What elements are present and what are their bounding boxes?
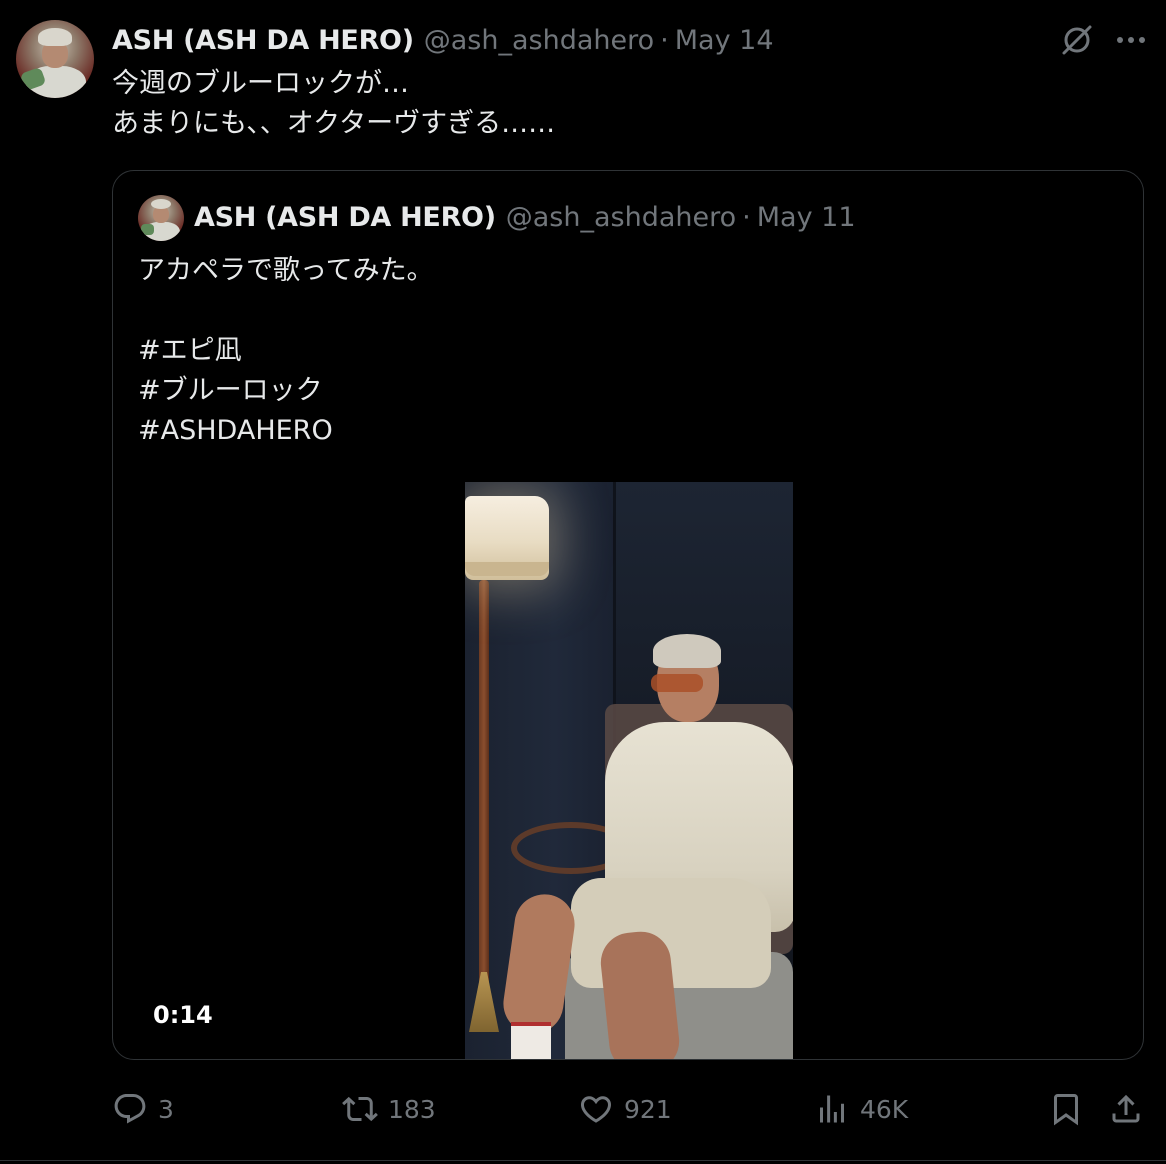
separator-dot: · — [660, 24, 669, 56]
tweet[interactable]: ASH (ASH DA HERO) @ash_ashdahero · May 1… — [0, 0, 1166, 1164]
analytics-icon — [814, 1091, 850, 1127]
hashtag-link[interactable]: #ブルーロック — [138, 371, 434, 411]
bookmark-icon — [1048, 1091, 1084, 1127]
hashtag-link[interactable]: #ASHDAHERO — [138, 411, 434, 451]
quoted-tweet-header: ASH (ASH DA HERO) @ash_ashdahero · May 1… — [194, 199, 856, 235]
repost-count: 183 — [388, 1094, 436, 1124]
quoted-author-name[interactable]: ASH (ASH DA HERO) — [194, 202, 496, 233]
like-count: 921 — [624, 1094, 672, 1124]
tweet-top-actions — [1060, 22, 1146, 58]
views-button[interactable]: 46K — [814, 1088, 908, 1130]
reply-button[interactable]: 3 — [112, 1088, 174, 1130]
reply-icon — [112, 1091, 148, 1127]
avatar-hair — [151, 199, 171, 209]
tweet-text: 今週のブルーロックが… あまりにも、、オクターヴすぎる…… — [112, 64, 555, 144]
quoted-author-avatar[interactable] — [138, 195, 184, 241]
grok-icon[interactable] — [1060, 23, 1094, 57]
like-button[interactable]: 921 — [578, 1088, 672, 1130]
video-person-hair — [653, 634, 721, 668]
tweet-action-bar: 3 183 921 46K — [112, 1088, 1150, 1130]
bookmark-button[interactable] — [1048, 1088, 1084, 1130]
quoted-tweet-date[interactable]: May 11 — [757, 202, 856, 233]
video-person-sock — [511, 1022, 551, 1059]
share-button[interactable] — [1108, 1088, 1144, 1130]
views-count: 46K — [860, 1094, 909, 1124]
reply-count: 3 — [158, 1094, 174, 1124]
quoted-text-blank-line — [138, 291, 434, 331]
repost-button[interactable]: 183 — [342, 1088, 436, 1130]
share-icon — [1108, 1091, 1144, 1127]
author-name[interactable]: ASH (ASH DA HERO) — [112, 25, 414, 56]
quoted-tweet-text: アカペラで歌ってみた。 #エピ凪 #ブルーロック #ASHDAHERO — [138, 251, 434, 451]
author-handle[interactable]: @ash_ashdahero — [424, 25, 654, 56]
more-options-icon[interactable] — [1116, 35, 1146, 45]
tweet-divider — [0, 1160, 1166, 1161]
quoted-tweet[interactable]: ASH (ASH DA HERO) @ash_ashdahero · May 1… — [112, 170, 1144, 1060]
video-player[interactable] — [465, 482, 793, 1059]
tweet-text-line: 今週のブルーロックが… — [112, 68, 409, 99]
tweet-date[interactable]: May 14 — [675, 25, 774, 56]
video-person-glasses — [651, 674, 703, 692]
heart-icon — [578, 1091, 614, 1127]
quoted-text-line: アカペラで歌ってみた。 — [138, 255, 434, 286]
repost-icon — [342, 1091, 378, 1127]
video-duration: 0:14 — [153, 1001, 213, 1029]
author-avatar[interactable] — [16, 20, 94, 98]
quoted-author-handle[interactable]: @ash_ashdahero — [506, 202, 736, 233]
tweet-header: ASH (ASH DA HERO) @ash_ashdahero · May 1… — [112, 22, 774, 58]
avatar-glove — [141, 224, 154, 235]
tweet-text-line: あまりにも、、オクターヴすぎる…… — [112, 108, 556, 139]
video-lamp-band — [465, 562, 549, 576]
avatar-hair — [38, 28, 72, 46]
hashtag-link[interactable]: #エピ凪 — [138, 331, 434, 371]
separator-dot: · — [742, 201, 751, 233]
video-lamp-pole — [479, 580, 489, 1020]
